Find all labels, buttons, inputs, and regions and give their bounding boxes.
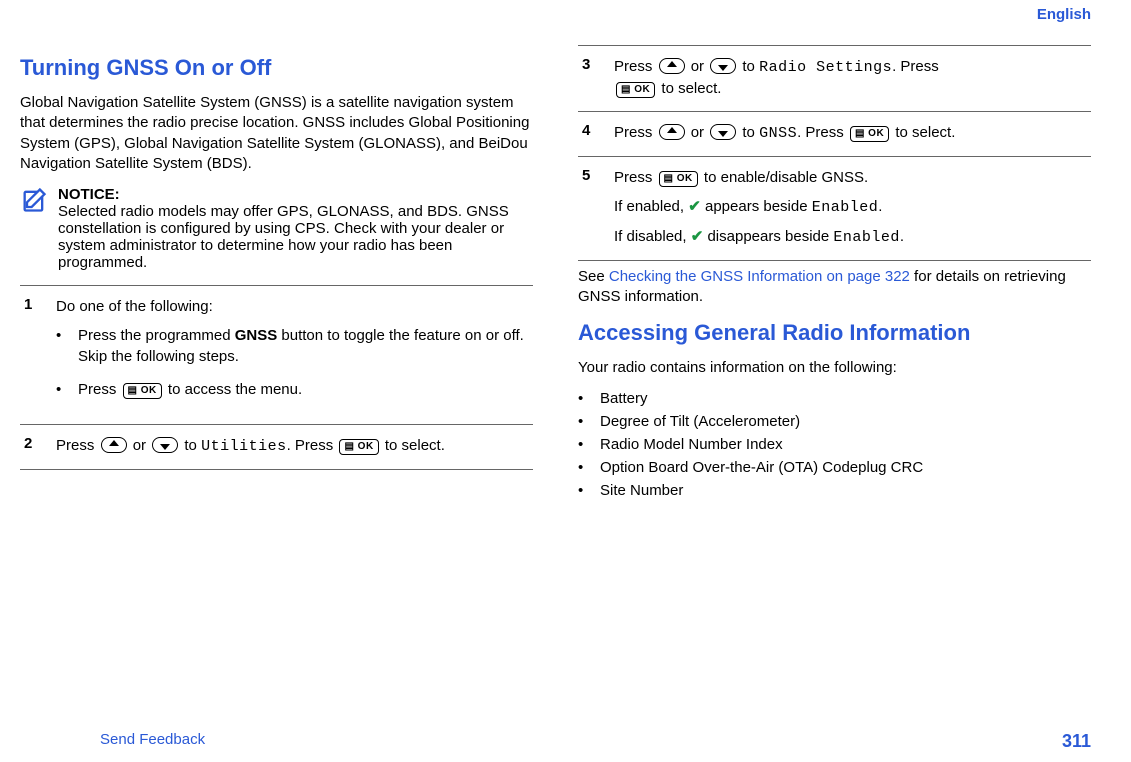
text-fragment: or: [133, 437, 151, 454]
text-fragment: See: [578, 268, 609, 285]
bullet-text: Degree of Tilt (Accelerometer): [600, 413, 800, 430]
step-number: 5: [582, 167, 600, 248]
text-fragment: Press: [614, 169, 657, 186]
ok-button-icon: ▤ OK: [339, 439, 378, 455]
list-item: Battery: [578, 390, 1091, 407]
heading-gnss-onoff: Turning GNSS On or Off: [20, 55, 533, 81]
link-send-feedback[interactable]: Send Feedback: [100, 731, 205, 752]
text-fragment: to enable/disable GNSS.: [704, 169, 868, 186]
step-number: 2: [24, 435, 42, 457]
list-item: Degree of Tilt (Accelerometer): [578, 413, 1091, 430]
language-label: English: [1037, 6, 1091, 23]
down-arrow-icon: [710, 58, 736, 74]
check-icon: ✔: [691, 228, 704, 245]
text-fragment: to: [184, 437, 201, 454]
down-arrow-icon: [710, 124, 736, 140]
menu-utilities: Utilities: [201, 438, 287, 455]
gnss-bold: GNSS: [235, 327, 278, 344]
text-fragment: Press: [614, 58, 657, 75]
text-fragment: .: [878, 198, 882, 215]
step-number: 4: [582, 122, 600, 144]
text-fragment: or: [691, 124, 709, 141]
text-fragment: Press: [78, 381, 121, 398]
text-fragment: to: [742, 124, 759, 141]
enabled-label: Enabled: [812, 199, 879, 216]
notice-label: NOTICE:: [58, 186, 120, 203]
ok-button-icon: ▤ OK: [616, 82, 655, 98]
text-fragment: to select.: [661, 80, 721, 97]
step1-bullet-1: Press the programmed GNSS button to togg…: [56, 325, 529, 367]
step-1: 1 Do one of the following: Press the pro…: [20, 285, 533, 424]
step-3: 3 Press or to Radio Settings. Press ▤ OK…: [578, 45, 1091, 111]
list-item: Radio Model Number Index: [578, 436, 1091, 453]
link-checking-gnss[interactable]: Checking the GNSS Information on page 32…: [609, 268, 910, 285]
ok-button-icon: ▤ OK: [850, 126, 889, 142]
bullet-text: Battery: [600, 390, 648, 407]
text-fragment: Press: [614, 124, 657, 141]
text-fragment: . Press: [892, 58, 939, 75]
text-fragment: .: [900, 228, 904, 245]
up-arrow-icon: [101, 437, 127, 453]
enabled-label: Enabled: [833, 229, 900, 246]
text-fragment: disappears beside: [707, 228, 833, 245]
outro-paragraph: See Checking the GNSS Information on pag…: [578, 267, 1091, 308]
ok-button-icon: ▤ OK: [123, 383, 162, 399]
list-item: Option Board Over-the-Air (OTA) Codeplug…: [578, 459, 1091, 476]
text-fragment: or: [691, 58, 709, 75]
notice-box: NOTICE: Selected radio models may offer …: [20, 186, 533, 271]
notice-body-text: Selected radio models may offer GPS, GLO…: [58, 203, 533, 271]
menu-gnss: GNSS: [759, 125, 797, 142]
text-fragment: If enabled,: [614, 198, 688, 215]
heading-accessing-info: Accessing General Radio Information: [578, 320, 1091, 346]
ok-button-icon: ▤ OK: [659, 171, 698, 187]
step-2: 2 Press or to Utilities. Press ▤ OK to s…: [20, 424, 533, 470]
step-number: 1: [24, 296, 42, 412]
bullet-text: Site Number: [600, 482, 683, 499]
step-5: 5 Press ▤ OK to enable/disable GNSS. If …: [578, 156, 1091, 261]
text-fragment: . Press: [287, 437, 338, 454]
list-item: Site Number: [578, 482, 1091, 499]
text-fragment: to: [742, 58, 759, 75]
column-right: 3 Press or to Radio Settings. Press ▤ OK…: [578, 45, 1091, 505]
text-fragment: appears beside: [705, 198, 812, 215]
column-left: Turning GNSS On or Off Global Navigation…: [20, 45, 533, 505]
text-fragment: . Press: [797, 124, 848, 141]
intro-paragraph: Global Navigation Satellite System (GNSS…: [20, 93, 533, 174]
text-fragment: If disabled,: [614, 228, 691, 245]
step1-bullet-2: Press ▤ OK to access the menu.: [56, 379, 529, 400]
step-number: 3: [582, 56, 600, 99]
notice-icon: [20, 186, 48, 271]
step1-lead: Do one of the following:: [56, 296, 529, 317]
bullet-text: Option Board Over-the-Air (OTA) Codeplug…: [600, 459, 923, 476]
menu-radio-settings: Radio Settings: [759, 59, 892, 76]
text-fragment: to select.: [895, 124, 955, 141]
up-arrow-icon: [659, 124, 685, 140]
check-icon: ✔: [688, 198, 701, 215]
heading2-lead: Your radio contains information on the f…: [578, 358, 1091, 378]
text-fragment: to select.: [385, 437, 445, 454]
info-bullets: Battery Degree of Tilt (Accelerometer) R…: [578, 390, 1091, 499]
bullet-text: Radio Model Number Index: [600, 436, 783, 453]
down-arrow-icon: [152, 437, 178, 453]
page-number: 311: [1062, 731, 1091, 752]
step-4: 4 Press or to GNSS. Press ▤ OK to select…: [578, 111, 1091, 156]
up-arrow-icon: [659, 58, 685, 74]
text-fragment: to access the menu.: [168, 381, 302, 398]
text-fragment: Press the programmed: [78, 327, 235, 344]
text-fragment: Press: [56, 437, 99, 454]
